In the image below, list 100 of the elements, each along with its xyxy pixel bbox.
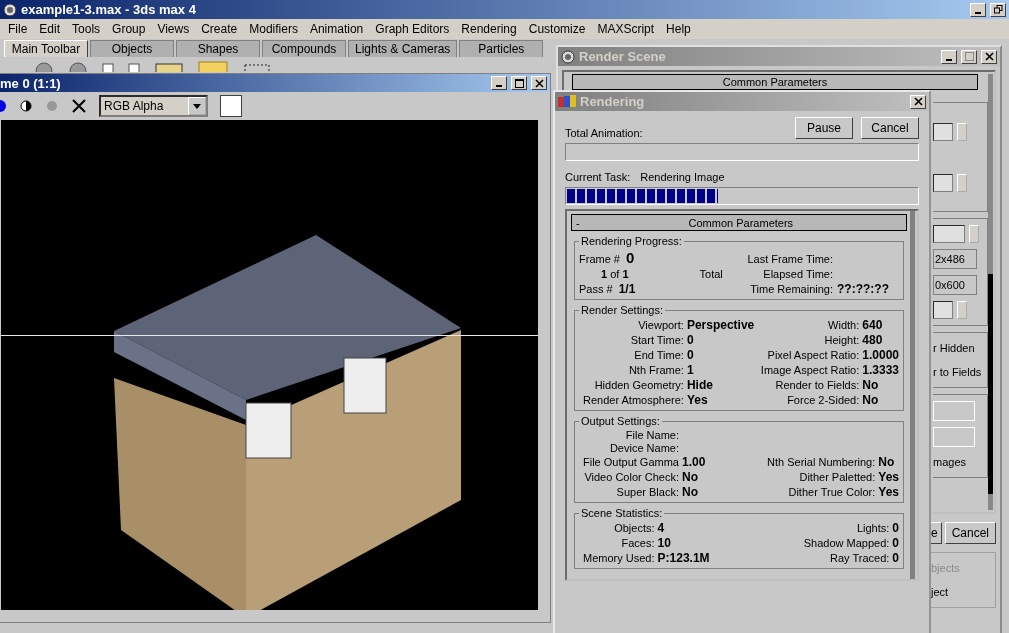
menu-item[interactable]: Rendering (455, 22, 523, 36)
menu-item[interactable]: Graph Editors (369, 22, 456, 36)
field-label: Height: (823, 334, 860, 346)
text-field[interactable] (933, 401, 975, 421)
menu-item[interactable]: Help (660, 22, 697, 36)
dialog-button[interactable]: Cancel (861, 117, 919, 139)
menu-item[interactable]: Modifiers (243, 22, 304, 36)
field-value: 0 (686, 348, 695, 362)
field-label: File Name: (624, 429, 679, 441)
field-value: Yes (686, 393, 709, 407)
frame-count: 1 of 1 (601, 268, 629, 280)
field-value: 10 (657, 536, 672, 550)
preset-button[interactable]: 0x600 (933, 275, 977, 295)
field-value: No (862, 378, 880, 392)
field-label: Time Remaining: (749, 283, 833, 295)
toolbar-tab[interactable]: Objects (90, 40, 174, 57)
half-circle-icon[interactable] (19, 99, 33, 113)
field-value: 0 (892, 536, 899, 550)
field-label: File Output Gamma (583, 456, 679, 468)
maximize-icon (514, 78, 524, 88)
scrollbar-thumb[interactable] (988, 274, 993, 494)
maximize-icon (964, 52, 974, 61)
menu-item[interactable]: Edit (33, 22, 67, 36)
text-field[interactable] (933, 427, 975, 447)
field-label: Device Name: (608, 442, 679, 454)
field-label: Video Color Check: (583, 471, 679, 483)
preset-button[interactable]: 2x486 (933, 249, 977, 269)
toolbar-tab[interactable]: Main Toolbar (4, 40, 88, 57)
menu-item[interactable]: Group (106, 22, 152, 36)
window-title: example1-3.max - 3ds max 4 (21, 2, 196, 17)
minimize-button[interactable] (970, 2, 986, 17)
field-label: Start Time: (629, 334, 684, 346)
field-label: Faces: (620, 537, 655, 549)
option-label[interactable]: r Hidden (933, 339, 975, 357)
color-swatch[interactable] (220, 95, 242, 117)
field-label: Lights: (855, 522, 890, 534)
field-value: Yes (878, 485, 899, 499)
option-label[interactable]: r to Fields (933, 363, 982, 381)
option-label[interactable]: ject (931, 583, 949, 601)
field-label: End Time: (633, 349, 684, 361)
rollout-header[interactable]: Common Parameters (572, 74, 978, 90)
field-value: 1/1 (618, 282, 636, 296)
total-animation-label: Total Animation: (565, 127, 643, 139)
menu-item[interactable]: MAXScript (591, 22, 661, 36)
group-title: Output Settings: (580, 415, 661, 427)
number-field[interactable] (933, 225, 965, 243)
menu-item[interactable]: Create (195, 22, 244, 36)
field-value: No (878, 455, 896, 469)
field-value: No (682, 485, 699, 499)
menu-item[interactable]: Customize (522, 22, 592, 36)
minimize-button[interactable] (491, 76, 507, 90)
field-label: Shadow Mapped: (802, 537, 890, 549)
field-label: Render Atmosphere: (583, 394, 684, 406)
field-label: Image Aspect Ratio: (759, 364, 860, 376)
field-label: Dither True Color: (787, 486, 876, 498)
menu-item[interactable]: File (2, 22, 34, 36)
maximize-button[interactable] (511, 76, 527, 90)
field-value: 0 (686, 333, 695, 347)
channel-dropdown[interactable]: RGB Alpha (99, 95, 208, 117)
field-value: 480 (862, 333, 884, 347)
field-label: Memory Used: (583, 552, 655, 564)
field-label: Nth Frame: (627, 364, 684, 376)
group-title: Rendering Progress: (580, 235, 683, 247)
rendering-title: Rendering (580, 94, 645, 109)
menu-item[interactable]: Views (151, 22, 196, 36)
field-value: 1.00 (682, 455, 706, 469)
field-value: 1.0000 (862, 348, 899, 362)
dialog-button[interactable]: Cancel (944, 522, 996, 544)
field-label: Elapsed Time: (762, 268, 833, 280)
field-value: Perspective (686, 318, 755, 332)
number-field[interactable] (933, 173, 953, 192)
number-field[interactable] (933, 301, 953, 319)
clear-icon[interactable] (71, 98, 87, 114)
close-icon (984, 52, 994, 61)
field-label: Width: (827, 319, 860, 331)
minimize-icon (496, 85, 502, 87)
toolbar-tab[interactable]: Particles (459, 40, 544, 57)
scrollbar[interactable] (910, 211, 915, 579)
menu-item[interactable]: Tools (66, 22, 107, 36)
toolbar-tab[interactable]: Lights & Cameras (348, 40, 458, 57)
close-button[interactable] (531, 76, 547, 90)
toolbar-tab[interactable]: Compounds (262, 40, 346, 57)
field-label: Objects: (613, 522, 655, 534)
field-label: Force 2-Sided: (786, 394, 860, 406)
field-label: Dither Paletted: (798, 471, 876, 483)
field-value: Yes (878, 470, 899, 484)
scrollbar[interactable] (988, 74, 993, 510)
menu-item[interactable]: Animation (303, 22, 370, 36)
toolbar-tab[interactable]: Shapes (176, 40, 260, 57)
number-field[interactable] (933, 122, 953, 141)
field-label: Pass # (579, 283, 613, 295)
app-logo-icon (3, 2, 17, 17)
app-logo-icon (561, 49, 575, 64)
restore-button[interactable] (990, 2, 1006, 17)
dialog-button[interactable]: Pause (795, 117, 853, 139)
rollout-header[interactable]: - Common Parameters (571, 214, 907, 231)
field-value: 640 (862, 318, 884, 332)
group-title: Render Settings: (580, 304, 664, 316)
option-label[interactable]: mages (933, 453, 967, 471)
field-value: 0 (625, 249, 635, 266)
